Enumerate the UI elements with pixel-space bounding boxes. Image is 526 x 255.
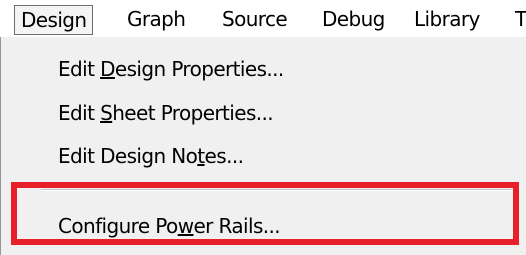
label-text: Edit	[58, 101, 101, 125]
menu-design[interactable]: Design	[14, 5, 94, 35]
label-text: Edit	[58, 57, 101, 81]
mnemonic-key: t	[197, 144, 205, 168]
mnemonic-key: S	[100, 101, 113, 125]
menu-item-label: Edit Design Notes...	[58, 136, 244, 176]
menu-item-edit-sheet-properties[interactable]: Edit Sheet Properties...	[1, 93, 526, 133]
menu-bar: Design Graph Source Debug Library T	[0, 0, 526, 39]
label-text: Configure Po	[58, 214, 178, 238]
menu-item-edit-design-properties[interactable]: Edit Design Properties...	[1, 49, 526, 89]
mnemonic-key: w	[177, 214, 194, 238]
mnemonic-key: D	[100, 57, 115, 81]
menu-source[interactable]: Source	[222, 5, 288, 33]
app-window: Design Graph Source Debug Library T Edit…	[0, 0, 526, 255]
menu-item-label: Edit Sheet Properties...	[58, 93, 274, 133]
label-text: heet Properties...	[112, 101, 274, 125]
design-dropdown-menu: Edit Design Properties... Edit Sheet Pro…	[0, 37, 526, 255]
menu-item-label: Configure Power Rails...	[58, 206, 281, 246]
label-text: Edit Design No	[58, 144, 198, 168]
label-text: es...	[204, 144, 244, 168]
label-text: er Rails...	[193, 214, 281, 238]
label-text: esign Properties...	[114, 57, 284, 81]
menu-graph[interactable]: Graph	[127, 5, 186, 33]
menu-debug[interactable]: Debug	[322, 5, 385, 33]
menu-item-edit-design-notes[interactable]: Edit Design Notes...	[1, 136, 526, 176]
menu-item-configure-power-rails[interactable]: Configure Power Rails...	[1, 206, 526, 246]
menu-separator	[41, 189, 516, 191]
menu-item-label: Edit Design Properties...	[58, 49, 284, 89]
menu-truncated[interactable]: T	[515, 5, 526, 33]
menu-library[interactable]: Library	[414, 5, 480, 33]
